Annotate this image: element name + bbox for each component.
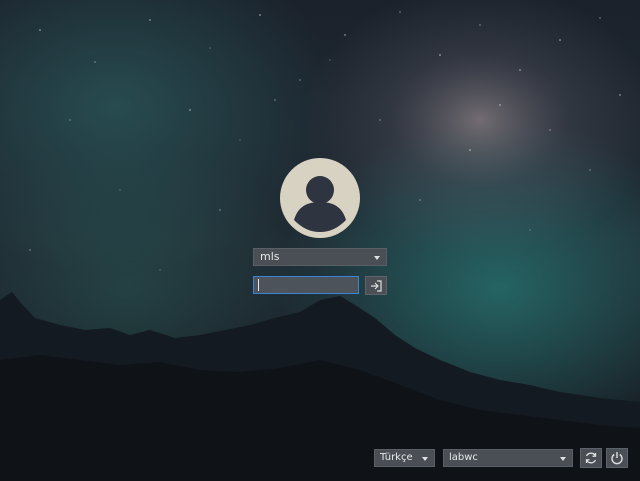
session-select[interactable]: labwc (443, 449, 573, 467)
login-arrow-icon (371, 280, 382, 292)
user-select-value: mls (260, 250, 280, 263)
language-select-value: Türkçe (380, 452, 413, 463)
chevron-down-icon (374, 256, 380, 260)
restart-button[interactable] (580, 448, 602, 468)
chevron-down-icon (560, 457, 566, 461)
power-icon (611, 452, 623, 465)
session-select-value: labwc (449, 452, 478, 463)
user-select[interactable]: mls (253, 248, 387, 266)
user-avatar-icon (280, 158, 360, 238)
login-screen: mls Türkçe labwc (0, 0, 640, 481)
restart-icon (585, 452, 597, 464)
login-button[interactable] (365, 276, 387, 295)
password-field[interactable] (253, 276, 359, 294)
text-cursor (258, 279, 259, 291)
language-select[interactable]: Türkçe (374, 449, 435, 467)
power-button[interactable] (606, 448, 628, 468)
chevron-down-icon (422, 457, 428, 461)
night-sky-aurora-wallpaper (0, 0, 640, 481)
